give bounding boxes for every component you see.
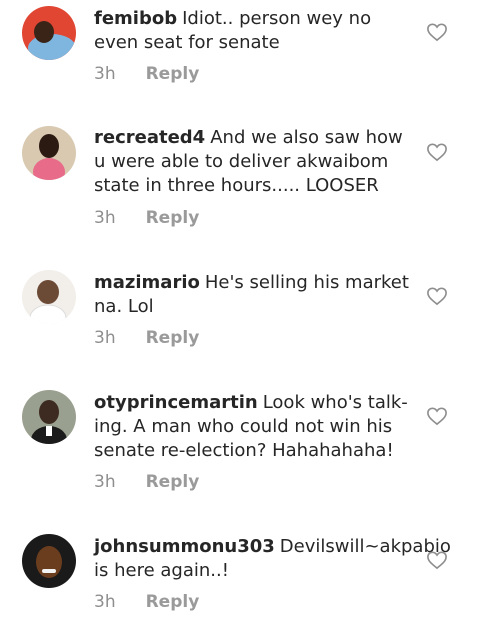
comment-meta: 3h Reply [94,208,199,228]
comment-text: mazimario He's selling his market na. Lol [94,271,414,319]
comment-text: johnsummonu303 Devilswill~akpabio is here… [94,535,451,583]
heart-icon[interactable] [426,286,448,306]
comment-meta: 3h Reply [94,64,199,84]
reply-button[interactable]: Reply [146,64,200,84]
username-link[interactable]: mazimario [94,272,200,293]
comment-meta: 3h Reply [94,472,199,492]
username-link[interactable]: otyprincemartin [94,392,258,413]
heart-icon[interactable] [426,406,448,426]
heart-icon[interactable] [426,142,448,162]
avatar[interactable] [22,126,76,180]
comment-text: femibob Idiot.. person wey no even seat f… [94,7,414,55]
reply-button[interactable]: Reply [146,592,200,612]
avatar[interactable] [22,534,76,588]
username-link[interactable]: recreated4 [94,127,205,148]
reply-button[interactable]: Reply [146,208,200,228]
avatar[interactable] [22,390,76,444]
comment-text: recreated4 And we also saw how u were abl… [94,126,414,198]
timestamp: 3h [94,328,116,348]
avatar[interactable] [22,270,76,324]
comment-meta: 3h Reply [94,592,199,612]
timestamp: 3h [94,472,116,492]
comment-meta: 3h Reply [94,328,199,348]
username-link[interactable]: johnsummonu303 [94,536,275,557]
username-link[interactable]: femibob [94,8,177,29]
timestamp: 3h [94,592,116,612]
reply-button[interactable]: Reply [146,472,200,492]
heart-icon[interactable] [426,550,448,570]
avatar[interactable] [22,6,76,60]
timestamp: 3h [94,208,116,228]
heart-icon[interactable] [426,22,448,42]
timestamp: 3h [94,64,116,84]
reply-button[interactable]: Reply [146,328,200,348]
comment-text: otyprincemartin Look who's talk-ing. A ma… [94,391,414,463]
